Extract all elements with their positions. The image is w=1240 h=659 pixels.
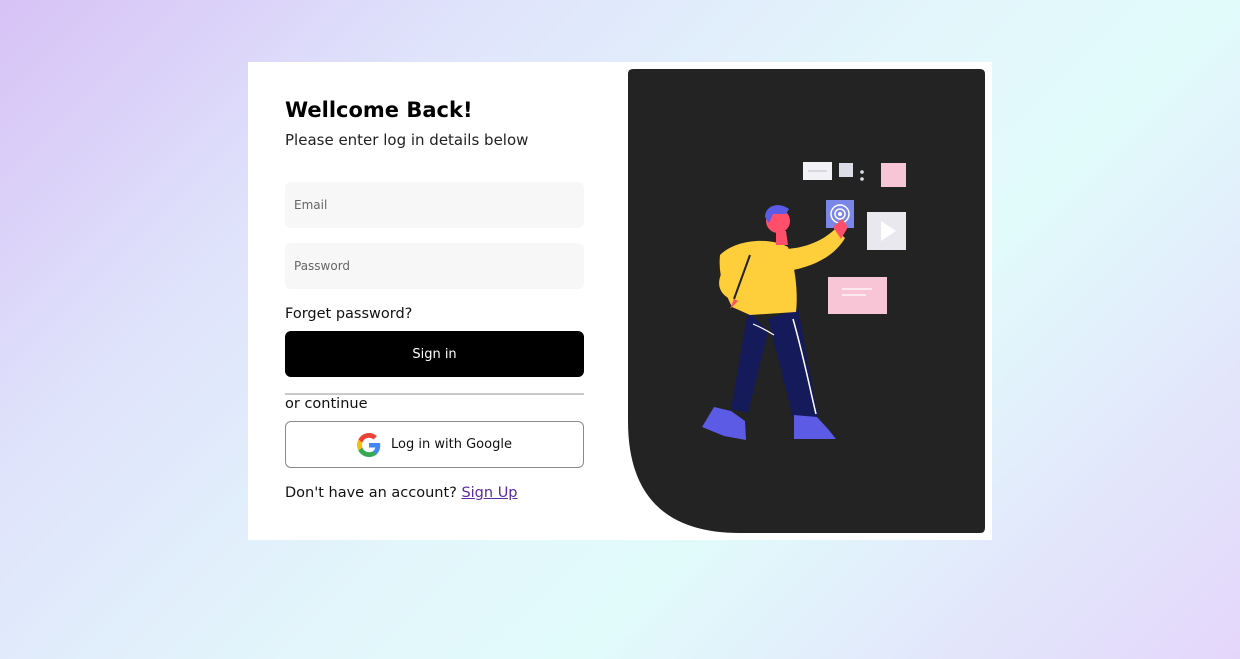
sign-in-button[interactable]: Sign in <box>285 331 584 377</box>
google-login-label: Log in with Google <box>391 437 512 452</box>
password-field[interactable] <box>285 243 584 289</box>
widget-small-square-icon <box>839 163 853 177</box>
forget-password-link[interactable]: Forget password? <box>285 306 412 322</box>
or-continue-label: or continue <box>285 396 368 412</box>
google-icon <box>357 432 381 457</box>
signup-prompt: Don't have an account? <box>285 485 457 501</box>
login-card: Wellcome Back! Please enter log in detai… <box>248 62 992 540</box>
page-subtitle: Please enter log in details below <box>285 131 529 149</box>
signup-link[interactable]: Sign Up <box>461 485 517 501</box>
page-title: Wellcome Back! <box>285 98 473 122</box>
email-field[interactable] <box>285 182 584 228</box>
signup-row: Don't have an account? Sign Up <box>285 485 518 501</box>
divider <box>285 393 584 395</box>
google-login-button[interactable]: Log in with Google <box>285 421 584 468</box>
widget-pink-square-icon <box>881 163 906 187</box>
illustration-panel <box>628 69 985 533</box>
